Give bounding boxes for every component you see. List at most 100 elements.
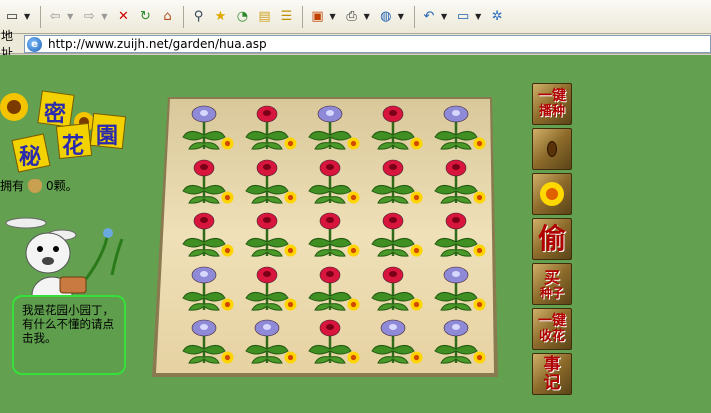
plant-all-line1: 一键 [538,88,566,104]
toolbar-separator [40,5,42,28]
log-line1: 事 [543,355,561,375]
garden-plot[interactable] [427,262,490,316]
plant-all-line2: 播种 [538,104,565,119]
sunflower-icon [221,244,234,257]
refresh-icon[interactable]: ↻ [135,7,155,27]
buy-seeds-button[interactable]: 买 种子 [532,263,572,305]
garden-plot[interactable] [301,155,364,209]
print-icon[interactable]: ⎙ [342,7,362,27]
garden-plot[interactable] [364,101,427,155]
address-input[interactable]: e http://www.zuijh.net/garden/hua.asp [24,35,711,53]
home-icon[interactable]: ⌂ [157,7,177,27]
harvest-all-button[interactable]: 一键 收花 [532,308,572,350]
sunflower-icon [0,93,28,121]
back-dropdown-icon[interactable]: ▼ [67,12,73,21]
undo-icon[interactable]: ↶ [419,7,439,27]
media-icon[interactable]: ▣ [307,7,327,27]
sunflower-icon [473,298,486,311]
garden-plot[interactable] [238,155,301,209]
ie-page-icon: e [27,36,42,52]
folder-icon[interactable]: ▤ [254,7,274,27]
harvest-all-line2: 收花 [538,329,565,344]
globe-dropdown-icon[interactable]: ▼ [398,12,404,21]
sunflower-icon [410,298,423,311]
forward-icon[interactable]: ⇨ [79,7,99,27]
sunflower-icon [284,191,297,204]
garden-plot[interactable] [364,262,427,316]
buy-seeds-line1: 买 [543,267,560,287]
sunflower-icon [410,137,423,150]
search-icon[interactable]: ⚲ [188,7,208,27]
sunflower-icon [347,244,360,257]
sunflower-icon [410,244,423,257]
seed-button[interactable] [532,128,572,170]
sunflower-icon [221,351,234,364]
garden-plot[interactable] [238,208,301,262]
garden-plot[interactable] [301,262,364,316]
garden-plot[interactable] [175,208,238,262]
speech-text[interactable]: 我是花园小园丁，有什么不懂的请点击我。 [22,303,114,345]
garden-plot[interactable] [427,155,490,209]
toolbar-separator [302,5,304,28]
address-bar: 地址 e http://www.zuijh.net/garden/hua.asp [0,29,711,60]
garden-plot[interactable] [238,101,301,155]
stop-icon[interactable]: ✕ [113,7,133,27]
log-line2: 记 [543,373,561,393]
garden-plot[interactable] [238,262,301,316]
window-icon[interactable]: ▭ [453,7,473,27]
gardener-speech-bubble[interactable]: 我是花园小园丁，有什么不懂的请点击我。 [12,295,126,375]
page-icon[interactable]: ▭ [2,7,22,27]
sunflower-icon [284,137,297,150]
window-dropdown-icon[interactable]: ▼ [475,12,481,21]
browser-toolbar: ▭ ▼ ⇦ ▼ ⇨ ▼ ✕ ↻ ⌂ ⚲ ★ ◔ ▤ ☰ ▣ ▼ ⎙ ▼ ◍ ▼ ↶ ▼ ▭ ▼ … [0,0,711,34]
sunflower-icon [410,191,423,204]
garden-plot[interactable] [364,208,427,262]
forward-dropdown-icon[interactable]: ▼ [101,12,107,21]
back-icon[interactable]: ⇦ [45,7,65,27]
plant-all-button[interactable]: 一键 播种 [532,83,572,125]
garden-plot[interactable] [364,155,427,209]
garden-plot[interactable] [175,101,238,155]
garden-plot[interactable] [301,101,364,155]
favorites-icon[interactable]: ★ [210,7,230,27]
sunflower-icon [284,298,297,311]
sunflower-icon [221,298,234,311]
secret-garden-logo[interactable]: 秘 密 花 園 [0,85,130,180]
garden-plot[interactable] [301,208,364,262]
steal-label: 偷 [537,222,566,255]
sunflower-icon [221,137,234,150]
garden-plot[interactable] [427,208,490,262]
garden-plot[interactable] [175,262,238,316]
url-text[interactable]: http://www.zuijh.net/garden/hua.asp [48,37,267,51]
garden-plot[interactable] [175,155,238,209]
garden-plot[interactable] [427,101,490,155]
sunflower-icon [347,191,360,204]
steal-button[interactable]: 偷 [532,218,572,260]
logo-char: 花 [62,134,85,159]
media-dropdown-icon[interactable]: ▼ [329,12,335,21]
buy-seeds-line2: 种子 [539,285,564,300]
sunflower-icon [540,182,564,206]
chevron-down-icon[interactable]: ▼ [24,12,30,21]
settings-icon[interactable]: ✲ [487,7,507,27]
flower-button[interactable] [532,173,572,215]
garden-page: 秘 密 花 園 你拥有 0颗。 我是花园小园丁，有什么不懂的请点击我。 [0,55,711,413]
toolbar-separator [413,5,415,28]
sunflower-icon [473,351,486,364]
print-dropdown-icon[interactable]: ▼ [364,12,370,21]
garden-plot[interactable] [301,315,364,369]
seed-count: 你拥有 0颗。 [0,177,78,194]
sunflower-icon [410,351,423,364]
history-icon[interactable]: ◔ [232,7,252,27]
garden-plot[interactable] [238,315,301,369]
garden-plot[interactable] [364,315,427,369]
garden-plot-grid [175,101,490,369]
garden-plot[interactable] [175,315,238,369]
garden-plot[interactable] [427,315,490,369]
globe-icon[interactable]: ◍ [376,7,396,27]
log-button[interactable]: 事 记 [532,353,572,395]
logo-char: 秘 [19,145,42,170]
undo-dropdown-icon[interactable]: ▼ [441,12,447,21]
notes-icon[interactable]: ☰ [276,7,296,27]
seed-bag-icon [28,178,43,193]
